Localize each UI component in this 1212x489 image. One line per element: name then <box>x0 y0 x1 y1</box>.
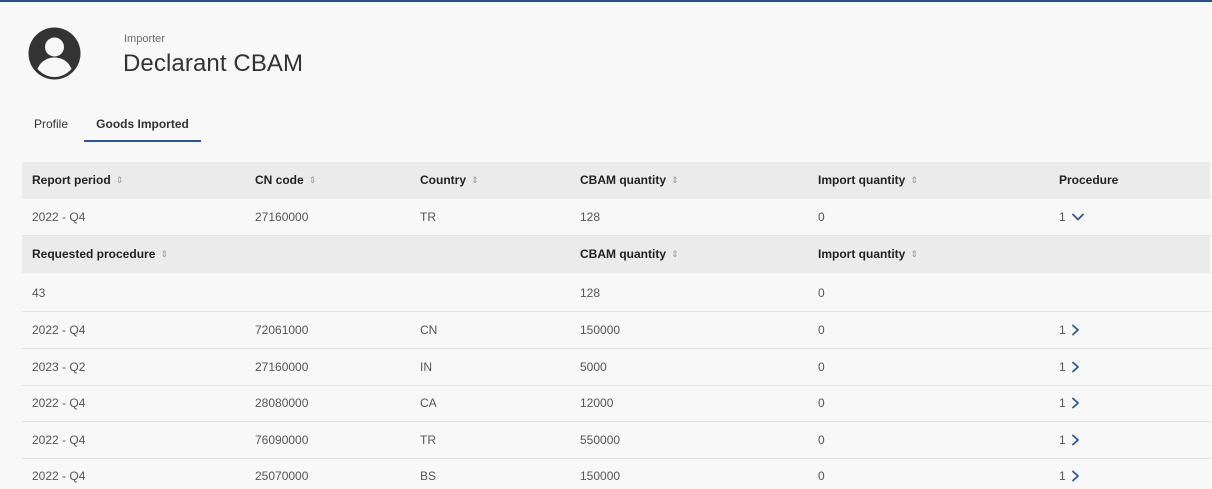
column-header-import-quantity[interactable]: Import quantity ⇕ <box>818 162 918 199</box>
table-row[interactable]: 2022 - Q4 25070000 BS 150000 0 1 <box>22 458 1210 489</box>
procedure-toggle[interactable]: 1 <box>1059 199 1085 236</box>
procedure-link[interactable]: 1 <box>1059 349 1082 386</box>
column-header-requested-procedure[interactable]: Requested procedure ⇕ <box>32 236 168 273</box>
sub-table-header-row: Requested procedure ⇕ CBAM quantity ⇕ Impo… <box>22 236 1210 273</box>
chevron-right-icon[interactable] <box>1068 433 1082 447</box>
column-header-cbam-quantity[interactable]: CBAM quantity ⇕ <box>580 162 679 199</box>
sort-icon[interactable]: ⇕ <box>471 162 479 199</box>
procedure-link[interactable]: 1 <box>1059 312 1082 349</box>
page-eyebrow: Importer <box>124 33 165 45</box>
tab-goods-imported[interactable]: Goods Imported <box>84 108 201 142</box>
sort-icon[interactable]: ⇕ <box>671 162 679 199</box>
tab-profile[interactable]: Profile <box>28 108 74 142</box>
chevron-right-icon[interactable] <box>1068 360 1082 374</box>
column-header-procedure: Procedure <box>1059 173 1119 187</box>
procedure-link[interactable]: 1 <box>1059 385 1082 422</box>
table-row[interactable]: 2022 - Q4 28080000 CA 12000 0 1 <box>22 385 1210 423</box>
column-header-cn-code[interactable]: CN code ⇕ <box>255 162 316 199</box>
sub-table-row: 43 128 0 <box>22 275 1210 312</box>
column-header-report-period[interactable]: Report period ⇕ <box>32 162 123 199</box>
sort-icon[interactable]: ⇕ <box>309 162 317 199</box>
table-row[interactable]: 2023 - Q2 27160000 IN 5000 0 1 <box>22 349 1210 386</box>
sort-icon[interactable]: ⇕ <box>671 236 679 273</box>
page-title: Declarant CBAM <box>123 50 304 77</box>
table-row[interactable]: 2022 - Q4 76090000 TR 550000 0 1 <box>22 422 1210 459</box>
top-rule <box>0 0 1212 2</box>
user-circle-icon <box>28 27 81 80</box>
table-row[interactable]: 2022 - Q4 72061000 CN 150000 0 1 <box>22 312 1210 349</box>
table-header-row: Report period ⇕ CN code ⇕ Country ⇕ CBAM qu… <box>22 162 1210 199</box>
column-header-country[interactable]: Country ⇕ <box>420 162 479 199</box>
chevron-right-icon[interactable] <box>1068 469 1082 483</box>
chevron-right-icon[interactable] <box>1068 396 1082 410</box>
page-header: Importer Declarant CBAM <box>28 27 628 81</box>
sub-column-header-import-quantity[interactable]: Import quantity ⇕ <box>818 236 918 273</box>
procedure-link[interactable]: 1 <box>1059 458 1082 489</box>
chevron-down-icon[interactable] <box>1071 210 1085 224</box>
sort-icon[interactable]: ⇕ <box>160 236 168 273</box>
sort-icon[interactable]: ⇕ <box>910 162 918 199</box>
procedure-link[interactable]: 1 <box>1059 422 1082 459</box>
chevron-right-icon[interactable] <box>1068 323 1082 337</box>
sort-icon[interactable]: ⇕ <box>116 162 124 199</box>
sub-column-header-cbam-quantity[interactable]: CBAM quantity ⇕ <box>580 236 679 273</box>
sort-icon[interactable]: ⇕ <box>910 236 918 273</box>
table-row-expanded[interactable]: 2022 - Q4 27160000 TR 128 0 1 <box>22 199 1210 236</box>
